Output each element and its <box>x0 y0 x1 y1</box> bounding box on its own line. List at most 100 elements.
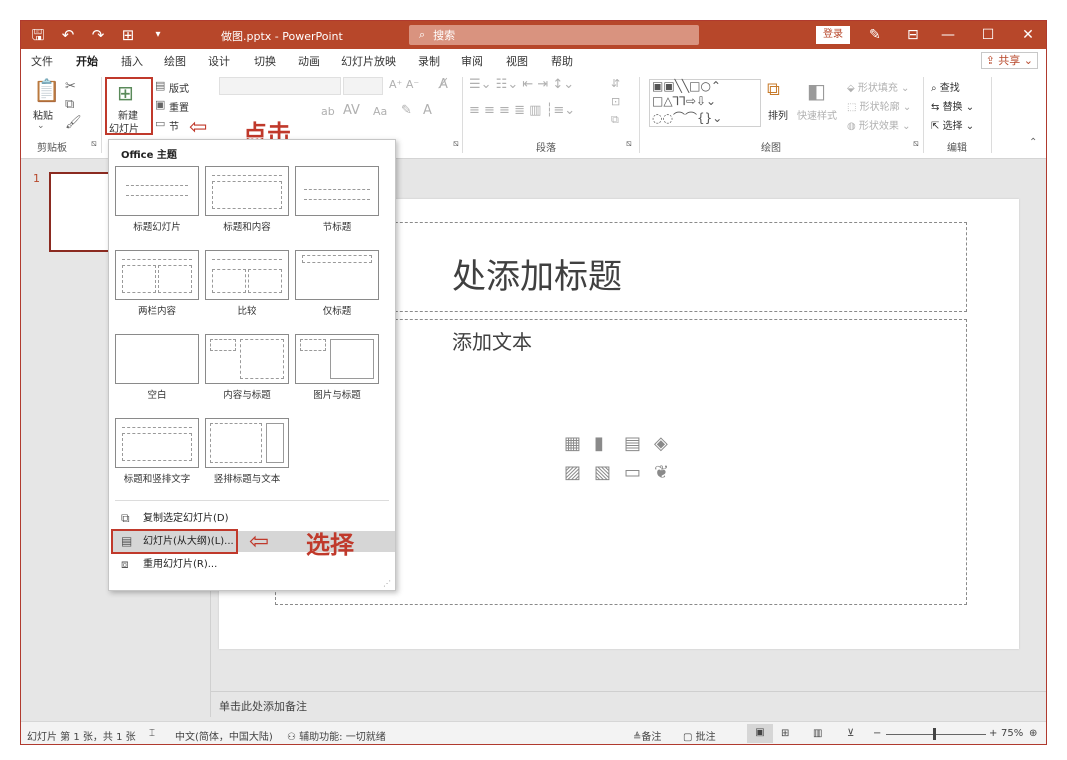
tab-review[interactable]: 审阅 <box>461 53 483 69</box>
slide-sorter-view-icon[interactable]: ⊞ <box>781 728 789 739</box>
slideshow-view-icon[interactable]: ⊻ <box>847 728 854 739</box>
reset-button[interactable]: 重置 <box>169 99 189 114</box>
undo-icon[interactable]: ↶ <box>59 25 77 45</box>
drawing-launcher-icon[interactable]: ⧅ <box>913 139 919 149</box>
bullets-icon[interactable]: ☰⌄ ☷⌄ ⇤ ⇥ ↕⌄ <box>469 77 574 92</box>
insert-video-icon[interactable]: ▭ <box>624 462 648 483</box>
replace-button[interactable]: ⇆ 替换 ⌄ <box>931 98 974 113</box>
zoom-slider-thumb[interactable] <box>933 728 936 740</box>
tab-record[interactable]: 录制 <box>418 53 440 69</box>
font-family-select[interactable] <box>219 77 341 95</box>
zoom-out-button[interactable]: − <box>873 728 881 739</box>
layout-name: 图片与标题 <box>313 390 361 401</box>
shape-fill-button[interactable]: ⬙ 形状填充 ⌄ <box>847 79 909 94</box>
paragraph-launcher-icon[interactable]: ⧅ <box>626 139 632 149</box>
minimize-button[interactable]: — <box>928 21 968 49</box>
layout-box <box>212 181 282 209</box>
text-direction-icon[interactable]: ⇵ <box>611 77 620 90</box>
paste-dropdown-icon[interactable]: ⌄ <box>37 121 45 131</box>
resize-grip-icon[interactable]: ⋰ <box>383 579 391 588</box>
insert-picture-icon[interactable]: ▨ <box>564 462 588 483</box>
close-button[interactable]: ✕ <box>1008 21 1046 49</box>
font-size-select[interactable] <box>343 77 383 95</box>
language-indicator[interactable]: 中文(简体，中国大陆) <box>175 728 273 743</box>
char-spacing-icon[interactable]: AV <box>343 103 360 118</box>
find-button[interactable]: ⌕ 查找 <box>931 79 960 94</box>
search-box[interactable]: ⌕ 搜索 <box>409 25 699 45</box>
shape-effects-button[interactable]: ◍ 形状效果 ⌄ <box>847 117 910 132</box>
arrange-button[interactable]: 排列 <box>768 107 788 122</box>
layout-title-content[interactable]: 标题和内容 <box>205 166 289 233</box>
layout-title-slide[interactable]: 标题幻灯片 <box>115 166 199 233</box>
layout-title-vertical-text[interactable]: 标题和竖排文字 <box>115 418 199 485</box>
reading-view-icon[interactable]: ▥ <box>813 728 822 739</box>
tab-animations[interactable]: 动画 <box>298 53 320 69</box>
shape-outline-button[interactable]: ⬚ 形状轮廓 ⌄ <box>847 98 911 113</box>
tab-transitions[interactable]: 切换 <box>254 53 276 69</box>
section-button[interactable]: 节 <box>169 118 179 133</box>
layout-picture-caption[interactable]: 图片与标题 <box>295 334 379 401</box>
accessibility-button[interactable]: ⚇ 辅助功能: 一切就绪 <box>287 728 386 743</box>
layout-two-content[interactable]: 两栏内容 <box>115 250 199 317</box>
insert-3d-model-icon[interactable]: ◈ <box>654 433 678 454</box>
highlight-icon[interactable]: ✎ <box>401 103 412 118</box>
start-from-beginning-icon[interactable]: ⊞ <box>119 25 137 45</box>
layout-blank[interactable]: 空白 <box>115 334 199 401</box>
layout-button[interactable]: 版式 <box>169 80 189 95</box>
paste-icon[interactable]: 📋 <box>33 79 60 104</box>
zoom-slider[interactable] <box>886 734 986 735</box>
font-launcher-icon[interactable]: ⧅ <box>453 139 459 149</box>
fit-to-window-icon[interactable]: ⊕ <box>1029 728 1037 739</box>
smartart-icon[interactable]: ⧉ <box>611 113 619 127</box>
tab-home[interactable]: 开始 <box>76 53 98 73</box>
share-button[interactable]: ⇪ 共享 ⌄ <box>980 52 1038 69</box>
layout-comparison[interactable]: 比较 <box>205 250 289 317</box>
font-size-glyphs[interactable]: A⁺ A⁻ <box>389 78 419 91</box>
copy-icon[interactable]: ⧉ <box>65 97 74 112</box>
redo-icon[interactable]: ↷ <box>89 25 107 45</box>
notes-pane[interactable]: 单击此处添加备注 <box>211 691 1046 717</box>
insert-online-picture-icon[interactable]: ▧ <box>594 462 618 483</box>
collapse-ribbon-icon[interactable]: ⌃ <box>1029 137 1037 148</box>
customize-qat-icon[interactable]: ▾ <box>149 25 167 45</box>
normal-view-icon[interactable]: ▣ <box>747 724 773 743</box>
align-icons[interactable]: ≡ ≡ ≡ ≣ ▥ ┆≡⌄ <box>469 103 575 118</box>
notes-toggle[interactable]: ≜备注 <box>633 728 661 743</box>
insert-smartart-icon[interactable]: ▤ <box>624 433 648 454</box>
layout-content-caption[interactable]: 内容与标题 <box>205 334 289 401</box>
layout-vertical-title-text[interactable]: 竖排标题与文本 <box>205 418 289 485</box>
clipboard-launcher-icon[interactable]: ⧅ <box>91 139 97 149</box>
strikethrough-icon[interactable]: ab <box>321 105 335 118</box>
tab-help[interactable]: 帮助 <box>551 53 573 69</box>
ribbon-display-options-icon[interactable]: ⊟ <box>907 25 919 45</box>
spellcheck-icon[interactable]: ⌶ <box>149 728 155 739</box>
new-slide-button[interactable]: ⊞ 新建 幻灯片 <box>105 77 153 135</box>
select-button[interactable]: ⇱ 选择 ⌄ <box>931 117 974 132</box>
tab-draw[interactable]: 绘图 <box>164 53 186 69</box>
pen-icon[interactable]: ✎ <box>869 25 881 45</box>
zoom-level[interactable]: 75% <box>1001 728 1023 739</box>
insert-table-icon[interactable]: ▦ <box>564 433 588 454</box>
shapes-gallery[interactable]: ▣▣╲╲□○⌃ □△⅂⅂⇨⇩⌄ ◌◌⌒⌒{}⌄ <box>649 79 761 127</box>
cut-icon[interactable]: ✂ <box>65 79 76 94</box>
font-color-icon[interactable]: A <box>423 103 432 118</box>
login-button[interactable]: 登录 <box>816 26 850 44</box>
tab-file[interactable]: 文件 <box>31 53 53 69</box>
format-painter-icon[interactable]: 🖌 <box>65 115 82 130</box>
layout-title-only[interactable]: 仅标题 <box>295 250 379 317</box>
tab-view[interactable]: 视图 <box>506 53 528 69</box>
comments-toggle[interactable]: ▢ 批注 <box>683 728 716 743</box>
tab-insert[interactable]: 插入 <box>121 53 143 69</box>
maximize-button[interactable]: ☐ <box>968 21 1008 49</box>
clear-format-icon[interactable]: A̸ <box>439 77 448 92</box>
insert-icons-icon[interactable]: ❦ <box>654 462 678 483</box>
quick-styles-button[interactable]: 快速样式 <box>797 107 837 122</box>
align-text-icon[interactable]: ⊡ <box>611 95 620 108</box>
layout-section-header[interactable]: 节标题 <box>295 166 379 233</box>
insert-chart-icon[interactable]: ▮ <box>594 433 618 454</box>
zoom-in-button[interactable]: + <box>989 728 997 739</box>
tab-slideshow[interactable]: 幻灯片放映 <box>341 53 396 69</box>
save-icon[interactable]: 🖫 <box>29 25 47 45</box>
tab-design[interactable]: 设计 <box>208 53 230 69</box>
change-case-glyph[interactable]: Aa <box>373 105 387 118</box>
